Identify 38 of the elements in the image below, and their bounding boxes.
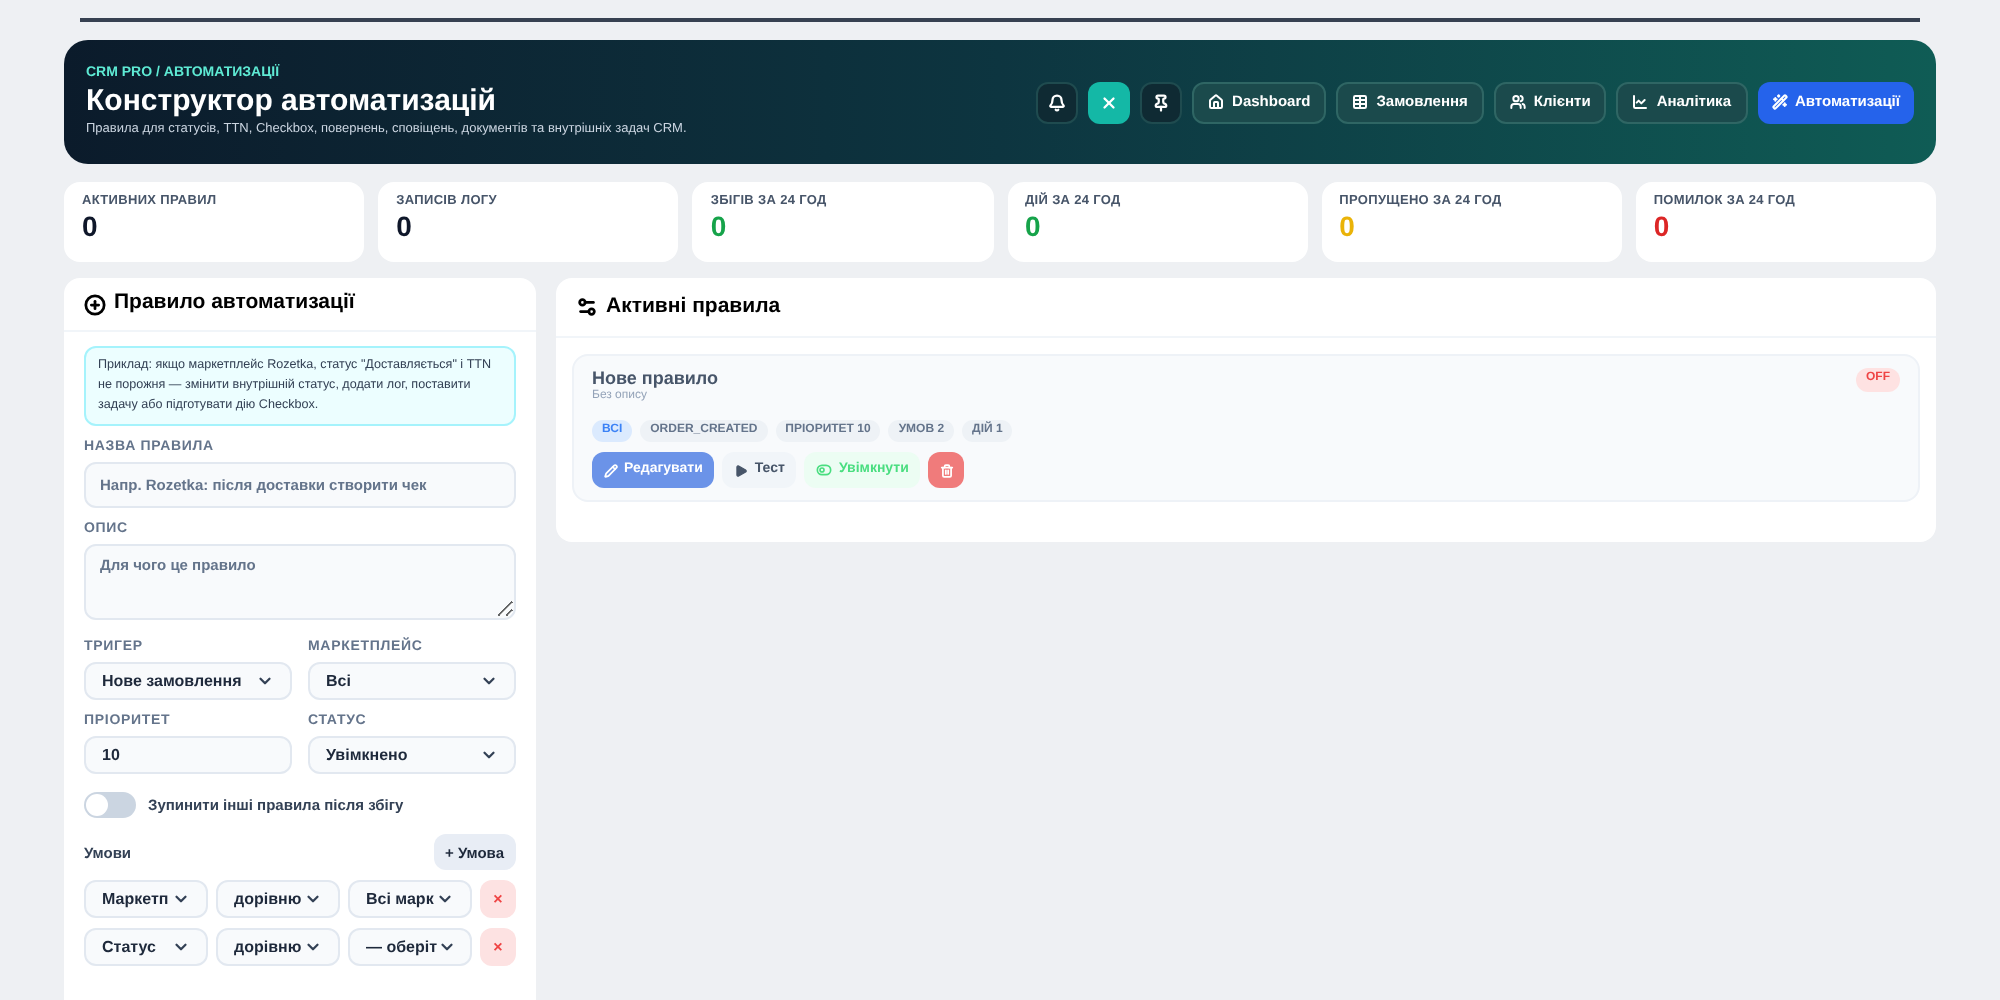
play-icon [734, 463, 749, 478]
users-icon [1509, 94, 1526, 110]
toggle-icon [816, 462, 833, 479]
status-select[interactable]: Увімкнено [308, 736, 516, 775]
bell-button[interactable] [1036, 81, 1079, 123]
bell-icon [1048, 93, 1067, 111]
condition-operator-select[interactable]: дорівню [216, 880, 340, 919]
delete-button[interactable] [928, 452, 965, 489]
toggle-switch[interactable] [84, 792, 136, 819]
priority-input[interactable]: 10 [84, 736, 292, 775]
condition-field-select[interactable]: Маркетп [84, 880, 208, 919]
home-icon [1208, 94, 1225, 110]
stat-value: 0 [1339, 210, 1357, 246]
trash-icon [939, 463, 954, 478]
stat-value: 0 [1025, 210, 1043, 246]
panel-title: Правило автоматизації [114, 290, 355, 318]
condition-value-select[interactable]: Всі марк [348, 880, 472, 919]
pin-icon [1152, 93, 1171, 111]
close-button[interactable] [1088, 81, 1131, 123]
pencil-icon [604, 463, 618, 478]
chart-icon [1632, 94, 1649, 110]
pin-button[interactable] [1140, 81, 1183, 123]
condition-value-select[interactable]: — оберіт [348, 928, 472, 967]
plus-circle-icon [84, 293, 106, 315]
rule-name: Нове правило [592, 368, 719, 389]
stat-value: 0 [710, 210, 729, 246]
wand-icon [1771, 94, 1787, 110]
stat-value: 0 [396, 210, 414, 246]
trigger-select[interactable]: Нове замовлення [84, 662, 292, 701]
close-icon [1100, 93, 1119, 111]
condition-operator-select[interactable]: дорівню [216, 928, 340, 967]
page-title: Конструктор автоматизацій [86, 83, 499, 122]
condition-field-select[interactable]: Статус [84, 928, 208, 967]
panel-title: Активні правила [606, 293, 781, 321]
stat-value: 0 [82, 210, 100, 246]
table-icon [1352, 94, 1369, 110]
stat-value: 0 [1653, 210, 1672, 246]
marketplace-select[interactable]: Всі [308, 662, 516, 701]
